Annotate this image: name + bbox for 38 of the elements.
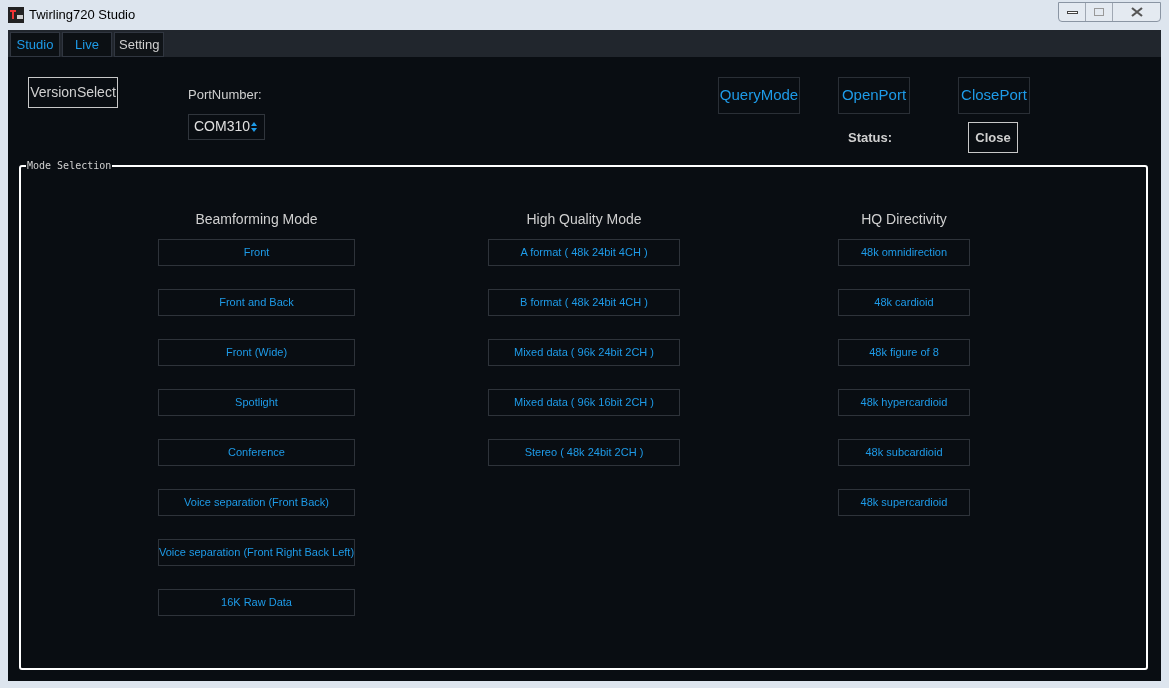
mode-button[interactable]: 48k omnidirection <box>838 239 970 266</box>
mode-button[interactable]: 48k subcardioid <box>838 439 970 466</box>
close-icon <box>1130 7 1143 17</box>
mode-button[interactable]: 48k cardioid <box>838 289 970 316</box>
mode-button[interactable]: Front and Back <box>158 289 355 316</box>
column-heading: HQ Directivity <box>860 210 948 228</box>
tab[interactable]: Studio <box>10 32 60 57</box>
port-button[interactable]: QueryMode <box>718 77 800 114</box>
mode-button[interactable]: 16K Raw Data <box>158 589 355 616</box>
mode-button[interactable]: 48k supercardioid <box>838 489 970 516</box>
port-button[interactable]: ClosePort <box>958 77 1030 114</box>
version-select-button[interactable]: VersionSelect <box>28 77 118 108</box>
mode-button[interactable]: Conference <box>158 439 355 466</box>
mode-button[interactable]: Voice separation (Front Right Back Left) <box>158 539 355 566</box>
mode-button[interactable]: Voice separation (Front Back) <box>158 489 355 516</box>
port-number-label: PortNumber: <box>188 86 263 104</box>
mode-button[interactable]: B format ( 48k 24bit 4CH ) <box>488 289 680 316</box>
spin-arrows-icon <box>251 120 258 133</box>
status-value: Close <box>968 122 1019 153</box>
column-heading: High Quality Mode <box>525 210 643 228</box>
tab[interactable]: Live <box>62 32 112 57</box>
status-label: Status: <box>848 128 893 147</box>
mode-button[interactable]: Mixed data ( 96k 24bit 2CH ) <box>488 339 680 366</box>
mode-button[interactable]: Spotlight <box>158 389 355 416</box>
mode-button[interactable]: 48k hypercardioid <box>838 389 970 416</box>
mode-button[interactable]: Mixed data ( 96k 16bit 2CH ) <box>488 389 680 416</box>
mode-button[interactable]: Stereo ( 48k 24bit 2CH ) <box>488 439 680 466</box>
column-heading: Beamforming Mode <box>194 210 319 228</box>
mode-button[interactable]: 48k figure of 8 <box>838 339 970 366</box>
mode-button[interactable]: A format ( 48k 24bit 4CH ) <box>488 239 680 266</box>
port-button[interactable]: OpenPort <box>838 77 910 114</box>
tab[interactable]: Setting <box>114 32 165 57</box>
port-spin-box[interactable]: COM310 <box>188 113 265 140</box>
window-title: Twirling720 Studio <box>29 6 136 25</box>
app-logo-icon <box>8 7 24 23</box>
mode-button[interactable]: Front <box>158 239 355 266</box>
mode-button[interactable]: Front (Wide) <box>158 339 355 366</box>
group-title: Mode Selection <box>26 161 113 171</box>
